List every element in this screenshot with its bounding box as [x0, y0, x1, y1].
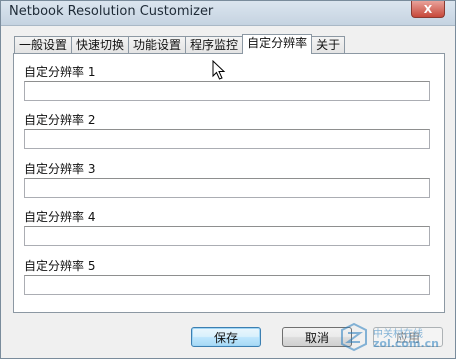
mouse-cursor-icon	[212, 60, 226, 80]
resolution-input-1[interactable]	[24, 81, 430, 101]
tab-features[interactable]: 功能设置	[128, 36, 187, 54]
field-label-5: 自定分辨率 5	[24, 259, 96, 273]
app-window: Netbook Resolution Customizer X 一般设置 快速切…	[0, 0, 456, 359]
close-button[interactable]: X	[411, 1, 445, 18]
resolution-input-4[interactable]	[24, 226, 430, 246]
field-label-3: 自定分辨率 3	[24, 162, 96, 176]
tab-custom-resolution[interactable]: 自定分辨率	[242, 34, 313, 54]
field-label-1: 自定分辨率 1	[24, 65, 96, 79]
tab-quick-switch[interactable]: 快速切换	[71, 36, 130, 54]
tab-general[interactable]: 一般设置	[14, 36, 73, 54]
watermark-logo: 中关村在线 zol.com.cn	[337, 321, 449, 353]
resolution-input-2[interactable]	[24, 129, 430, 149]
title-bar[interactable]: Netbook Resolution Customizer X	[1, 1, 455, 26]
watermark-text-en: zol.com.cn	[373, 337, 439, 350]
tab-about[interactable]: 关于	[311, 36, 346, 54]
watermark-emblem-icon	[341, 322, 367, 352]
close-icon: X	[423, 2, 433, 16]
field-label-4: 自定分辨率 4	[24, 210, 96, 224]
tab-bar: 一般设置 快速切换 功能设置 程序监控 自定分辨率 关于	[14, 34, 346, 54]
window-title: Netbook Resolution Customizer	[9, 4, 214, 19]
tab-program-monitor[interactable]: 程序监控	[185, 36, 244, 54]
resolution-input-5[interactable]	[24, 275, 430, 295]
tab-panel-custom-resolution: 自定分辨率 1 自定分辨率 2 自定分辨率 3 自定分辨率 4 自定分辨率 5	[13, 53, 445, 313]
resolution-input-3[interactable]	[24, 178, 430, 198]
field-label-2: 自定分辨率 2	[24, 113, 96, 127]
save-button[interactable]: 保存	[191, 327, 261, 347]
